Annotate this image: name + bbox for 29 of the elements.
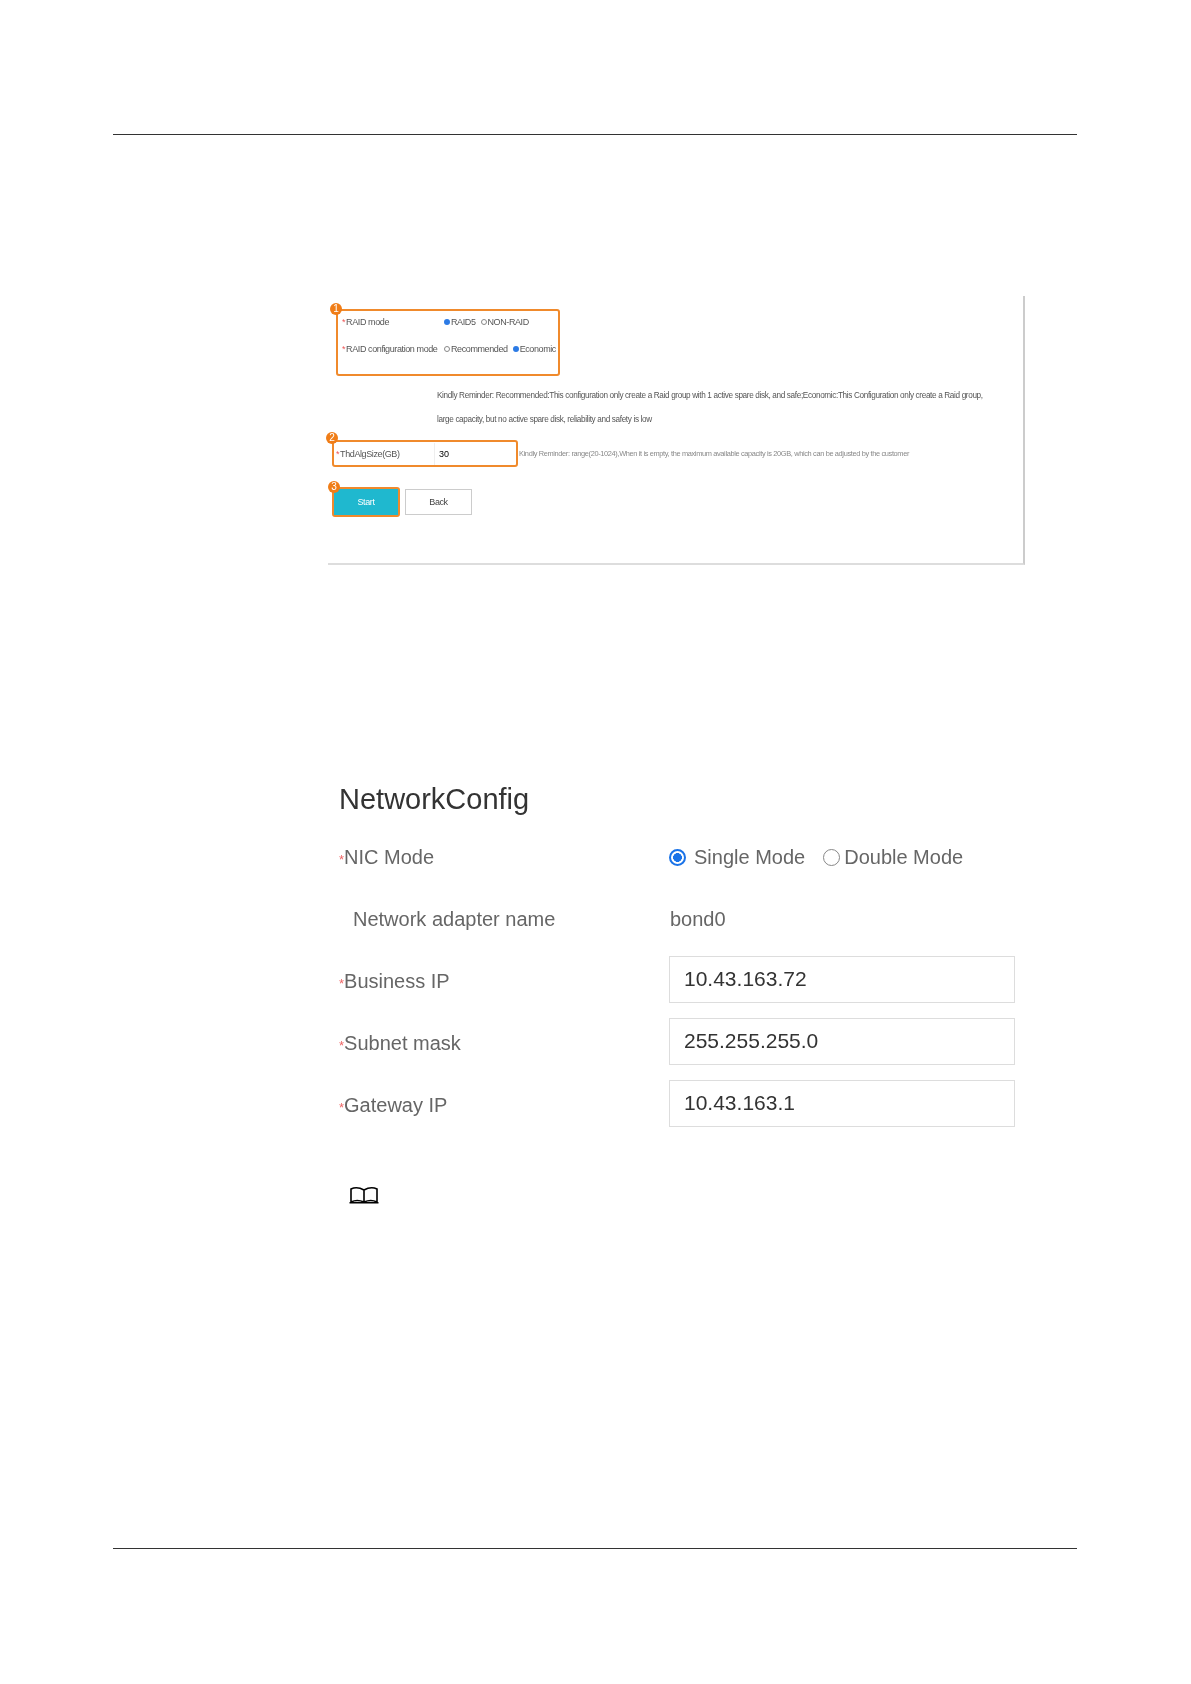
- field-label: *Business IP: [339, 969, 451, 993]
- callout-number: 3: [328, 481, 340, 493]
- field-label: Network adapter name: [352, 907, 557, 931]
- field-label: *Subnet mask: [339, 1031, 462, 1055]
- radio-button[interactable]: [669, 848, 686, 866]
- option-label[interactable]: RAID5: [451, 317, 476, 327]
- radio-button[interactable]: [823, 848, 841, 866]
- book-icon: [349, 1186, 379, 1204]
- radio-button[interactable]: [512, 346, 519, 352]
- option-label[interactable]: Recommended: [451, 344, 508, 354]
- input-field[interactable]: 10.43.163.1: [669, 1079, 1015, 1127]
- callout-number: 1: [330, 303, 342, 315]
- section-title: NetworkConfig: [339, 783, 531, 816]
- option-label[interactable]: Economic: [519, 344, 556, 354]
- field-label: *RAID mode: [342, 317, 391, 327]
- field-label: *ThdAlgSize(GB): [336, 448, 401, 459]
- reminder-text: Kindly Reminder: Recommended:This configuration only create a Raid group with 1 active spare disk, and safe;Economic:This Configuration only create a Raid group, large capacity, but no active spare disk, reliability and safety is low: [437, 390, 984, 426]
- option-label[interactable]: NON-RAID: [487, 317, 529, 327]
- field-label: *Gateway IP: [339, 1093, 449, 1117]
- callout-number: 2: [326, 432, 338, 444]
- field-label: *RAID configuration mode: [342, 344, 439, 354]
- option-label[interactable]: Single Mode: [694, 845, 806, 869]
- input-field[interactable]: 10.43.163.72: [669, 955, 1015, 1003]
- field-value: bond0: [669, 907, 726, 931]
- back-button[interactable]: Back: [405, 489, 472, 515]
- radio-button[interactable]: [444, 319, 450, 325]
- input-field[interactable]: 255.255.255.0: [669, 1017, 1015, 1065]
- option-label[interactable]: Double Mode: [844, 845, 964, 869]
- field-label: *NIC Mode: [339, 845, 436, 869]
